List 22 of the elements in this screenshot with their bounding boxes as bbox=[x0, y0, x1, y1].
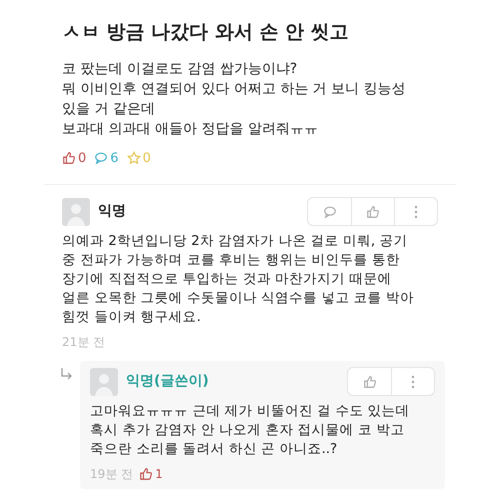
reply-text: 고마워요ㅠㅠㅠ 근데 제가 비뚤어진 걸 수도 있는데 혹시 추가 감염자 안 나오게 혼자 접시물에 코 박고 죽으란 소리를 돌려서 하신 곤 아니죠..? bbox=[90, 402, 411, 459]
comment-time: 21분 전 bbox=[62, 334, 106, 351]
stat-count: 0 bbox=[142, 150, 151, 168]
reply-time: 19분 전 bbox=[90, 466, 134, 483]
post-body: 코 팠는데 이걸로도 감염 쌉가능이냐? 뭐 이비인후 연결되어 있다 어쩌고 하는 거 보니 킹능성 있을 거 같은데 보과대 의과대 애들아 정답을 알려줘ㅠㅠ bbox=[62, 60, 407, 138]
avatar-icon bbox=[90, 368, 118, 396]
thumbs-up-icon bbox=[139, 467, 154, 481]
star-icon bbox=[126, 151, 141, 166]
stat-count: 0 bbox=[78, 150, 86, 168]
reply-arrow-icon bbox=[60, 367, 74, 381]
post-title: ㅅㅂ 방금 나갔다 와서 손 안 씻고 bbox=[62, 20, 350, 45]
stat-count: 6 bbox=[110, 150, 119, 168]
speech-bubble-icon bbox=[94, 151, 108, 166]
like-count: 1 bbox=[155, 466, 163, 483]
thumbs-up-icon bbox=[362, 374, 376, 388]
thumbs-up-icon bbox=[62, 151, 76, 166]
avatar-icon bbox=[62, 198, 90, 226]
comment-author: 익명 bbox=[98, 202, 126, 221]
speech-bubble-icon bbox=[322, 204, 336, 218]
thumbs-up-icon bbox=[366, 204, 380, 218]
reply-author: 익명(글쓴이) bbox=[126, 372, 209, 391]
comment-text: 의예과 2학년입니당 2차 감염자가 나온 걸로 미뤄, 공기 중 전파가 가능하며 코를 후비는 행위는 비인두를 통한 장기에 직접적으로 투입하는 것과 마찬가지기 때문에 얼른 오목한 그릇에 수돗물이나 식염수를 넣고 코를 박아 힘껏 들이켜 행구세요. bbox=[62, 232, 416, 327]
